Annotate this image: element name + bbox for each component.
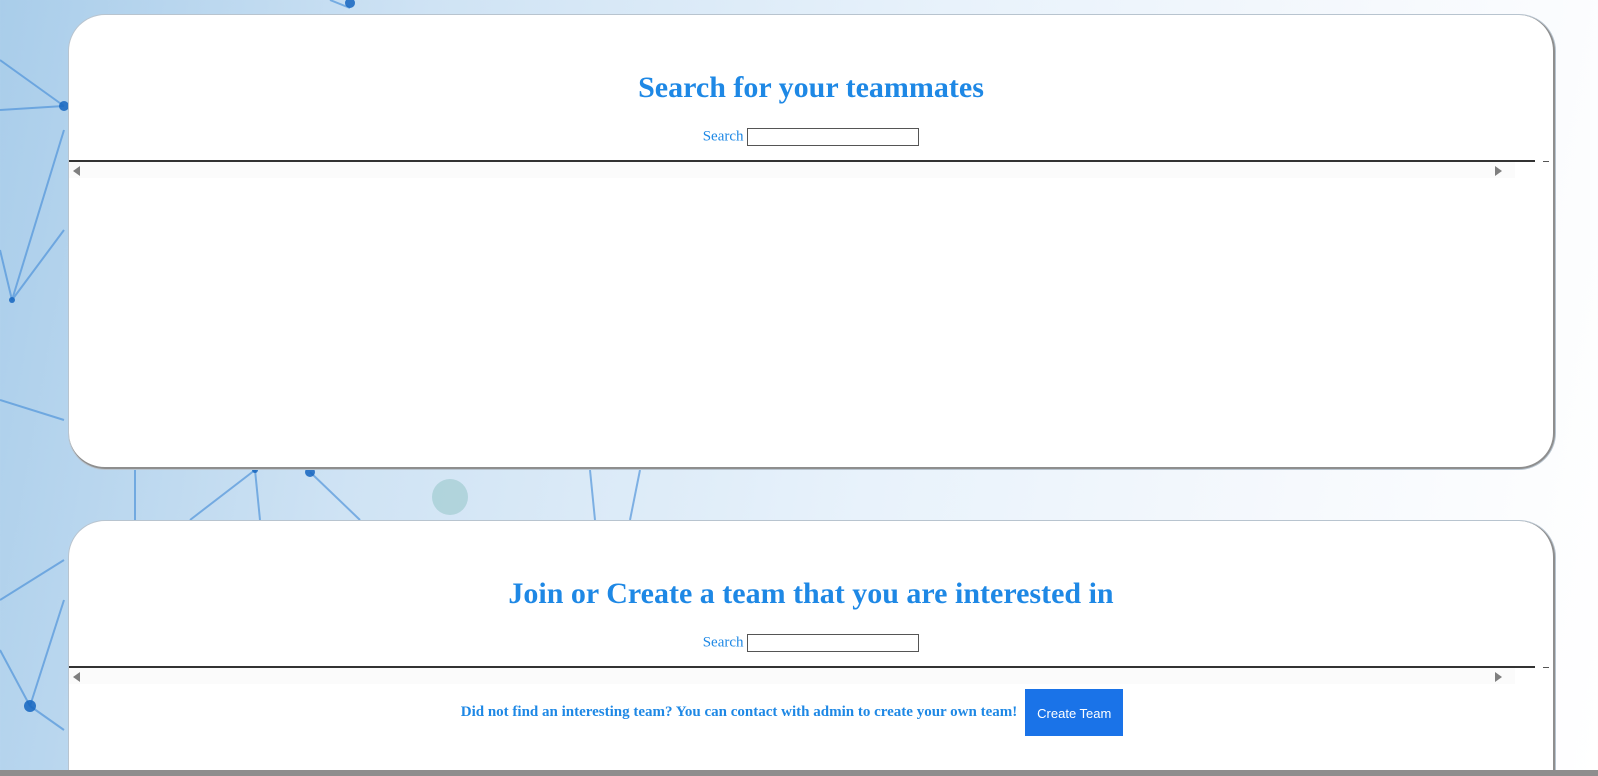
scroll-right-icon[interactable]: [1495, 166, 1502, 176]
teammates-search-input[interactable]: [747, 128, 920, 146]
scroll-right-icon[interactable]: [1495, 672, 1502, 682]
scroll-left-icon[interactable]: [73, 672, 80, 682]
scroll-left-icon[interactable]: [73, 166, 80, 176]
teammates-search-label: Search: [702, 128, 744, 145]
window-bottom-border: [0, 770, 1598, 776]
teammates-search-row: Search: [69, 128, 1553, 146]
teams-search-label: Search: [702, 634, 744, 651]
divider-tick: [1543, 667, 1549, 668]
teammates-section-title: Search for your teammates: [638, 71, 984, 104]
teams-section-title: Join or Create a team that you are inter…: [508, 577, 1114, 610]
create-team-prompt: Did not find an interesting team? You ca…: [460, 704, 1018, 720]
teams-search-input[interactable]: [747, 634, 920, 652]
teams-search-row: Search: [69, 634, 1553, 652]
teams-horizontal-scrollbar[interactable]: [69, 668, 1515, 684]
divider-tick: [1543, 161, 1549, 162]
create-team-row: Did not find an interesting team? You ca…: [69, 689, 1515, 736]
teammates-horizontal-scrollbar[interactable]: [69, 162, 1515, 178]
teams-panel: Join or Create a team that you are inter…: [69, 521, 1555, 776]
create-team-button[interactable]: Create Team: [1025, 689, 1124, 736]
teammates-search-panel: Search for your teammates Search: [69, 15, 1555, 469]
